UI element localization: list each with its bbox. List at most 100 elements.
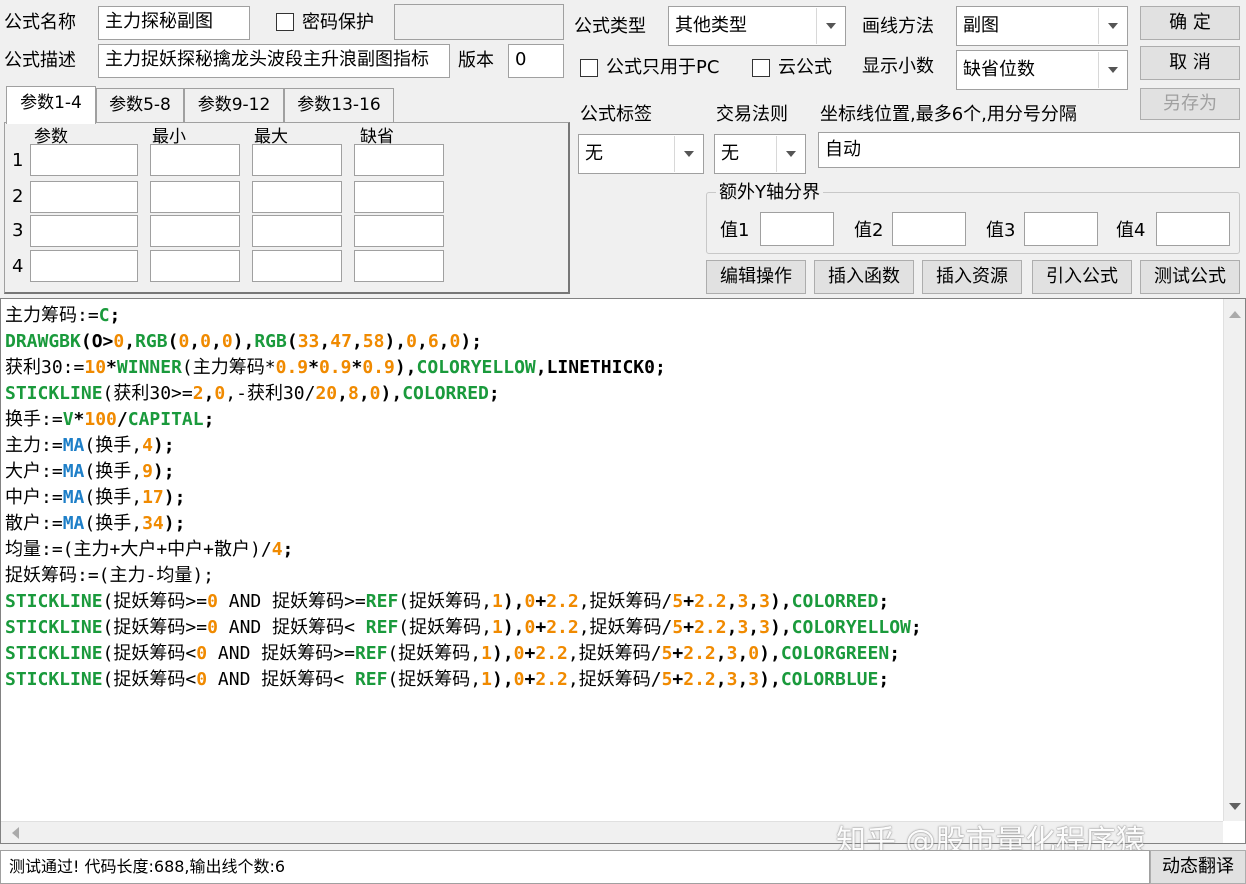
tab-params-5-8[interactable]: 参数5-8 xyxy=(96,88,184,122)
code-line: 大户:=MA(换手,9); xyxy=(5,459,922,485)
code-token: REF xyxy=(354,643,388,664)
code-token: 散户:= xyxy=(5,513,63,534)
code-token: ), xyxy=(769,617,792,638)
code-token: 8 xyxy=(347,383,359,404)
code-token: , xyxy=(438,331,450,352)
chevron-down-icon[interactable] xyxy=(674,136,702,172)
code-token: , xyxy=(726,591,738,612)
param-2-default-input[interactable] xyxy=(354,181,444,213)
param-4-name-input[interactable] xyxy=(30,250,138,282)
code-token: 2.2 xyxy=(694,591,727,612)
extra-yaxis-label: 额外Y轴分界 xyxy=(716,182,823,204)
cancel-button[interactable]: 取 消 xyxy=(1140,46,1240,80)
coord-lines-label: 坐标线位置,最多6个,用分号分隔 xyxy=(820,104,1077,125)
code-token: 0 xyxy=(196,643,208,664)
code-token: , xyxy=(715,643,727,664)
code-token: ,捉妖筹码/ xyxy=(578,617,673,638)
scroll-down-icon[interactable] xyxy=(1224,795,1246,817)
code-token: 1 xyxy=(491,591,503,612)
code-token: ), xyxy=(759,669,781,690)
trade-rule-select[interactable]: 无 xyxy=(714,134,806,174)
param-3-min-input[interactable] xyxy=(150,215,240,247)
decimals-select[interactable]: 缺省位数 xyxy=(956,50,1128,90)
code-token: 17 xyxy=(142,487,164,508)
chevron-down-icon[interactable] xyxy=(1098,8,1126,44)
param-3-max-input[interactable] xyxy=(252,215,342,247)
formula-tag-select[interactable]: 无 xyxy=(578,134,704,174)
code-token: ), xyxy=(491,643,514,664)
code-editor[interactable]: 主力筹码:=C; DRAWGBK(O>0,RGB(0,0,0),RGB(33,47… xyxy=(0,298,1246,844)
insert-resource-button[interactable]: 插入资源 xyxy=(922,260,1022,294)
tab-params-1-4[interactable]: 参数1-4 xyxy=(6,86,96,124)
code-token: 0 xyxy=(748,643,760,664)
code-token: ; xyxy=(878,591,890,612)
yaxis-value3-input[interactable] xyxy=(1024,212,1098,246)
param-4-default-input[interactable] xyxy=(354,250,444,282)
code-line: 主力:=MA(换手,4); xyxy=(5,433,922,459)
coord-lines-input[interactable]: 自动 xyxy=(818,132,1240,168)
code-token: 34 xyxy=(142,513,164,534)
code-token: REF xyxy=(365,591,399,612)
code-token: COLORRED xyxy=(791,591,879,612)
insert-function-button[interactable]: 插入函数 xyxy=(814,260,914,294)
password-input[interactable] xyxy=(394,4,564,40)
param-1-min-input[interactable] xyxy=(150,144,240,176)
scroll-up-icon[interactable] xyxy=(1224,303,1246,325)
code-token: 3 xyxy=(759,617,770,638)
code-token: COLORRED xyxy=(402,383,489,404)
code-token: 2.2 xyxy=(535,669,568,690)
param-1-default-input[interactable] xyxy=(354,144,444,176)
param-2-min-input[interactable] xyxy=(150,181,240,213)
chevron-down-icon[interactable] xyxy=(1098,52,1126,88)
param-3-name-input[interactable] xyxy=(30,215,138,247)
cloud-formula-checkbox[interactable] xyxy=(752,59,770,77)
chevron-down-icon[interactable] xyxy=(776,136,804,172)
code-token: MA xyxy=(62,461,85,482)
version-label: 版本 xyxy=(458,50,494,71)
vertical-scrollbar[interactable] xyxy=(1223,299,1245,821)
edit-operations-button[interactable]: 编辑操作 xyxy=(706,260,806,294)
param-1-name-input[interactable] xyxy=(30,144,138,176)
code-line: 均量:=(主力+大户+中户+散户)/4; xyxy=(5,537,922,563)
code-token: 5 xyxy=(672,617,684,638)
code-token: REF xyxy=(365,617,399,638)
param-2-max-input[interactable] xyxy=(252,181,342,213)
param-4-max-input[interactable] xyxy=(252,250,342,282)
tab-params-9-12[interactable]: 参数9-12 xyxy=(184,88,284,122)
code-token: 0 xyxy=(369,383,381,404)
version-input[interactable]: 0 xyxy=(508,44,564,78)
tab-params-13-16[interactable]: 参数13-16 xyxy=(284,88,394,122)
code-token: AND 捉妖筹码>= xyxy=(207,643,355,664)
import-formula-button[interactable]: 引入公式 xyxy=(1032,260,1132,294)
code-token: > xyxy=(102,331,114,352)
ok-button[interactable]: 确 定 xyxy=(1140,6,1240,40)
save-as-button[interactable]: 另存为 xyxy=(1140,88,1240,120)
formula-desc-input[interactable]: 主力捉妖探秘擒龙头波段主升浪副图指标 xyxy=(98,44,450,78)
code-token: + xyxy=(683,591,695,612)
code-token: C xyxy=(98,305,110,326)
formula-type-label: 公式类型 xyxy=(574,16,646,37)
password-protect-checkbox[interactable] xyxy=(276,13,294,31)
yaxis-value4-input[interactable] xyxy=(1156,212,1230,246)
param-3-default-input[interactable] xyxy=(354,215,444,247)
param-2-name-input[interactable] xyxy=(30,181,138,213)
chevron-down-icon[interactable] xyxy=(816,8,844,44)
param-row-number: 1 xyxy=(12,150,24,171)
param-4-min-input[interactable] xyxy=(150,250,240,282)
param-1-max-input[interactable] xyxy=(252,144,342,176)
scroll-left-icon[interactable] xyxy=(5,822,27,844)
yaxis-value2-input[interactable] xyxy=(892,212,966,246)
code-token: ); xyxy=(460,331,483,352)
formula-name-input[interactable]: 主力探秘副图 xyxy=(98,6,250,40)
pc-only-checkbox[interactable] xyxy=(580,59,598,77)
code-token: 2.2 xyxy=(683,669,716,690)
code-token: * xyxy=(73,409,85,430)
code-token: ,捉妖筹码/ xyxy=(567,643,662,664)
formula-type-select[interactable]: 其他类型 xyxy=(668,6,846,46)
code-token: * xyxy=(106,357,117,378)
draw-method-select[interactable]: 副图 xyxy=(956,6,1128,46)
dynamic-translate-button[interactable]: 动态翻译 xyxy=(1150,850,1246,884)
yaxis-value1-input[interactable] xyxy=(760,212,834,246)
code-token: 3 xyxy=(737,617,749,638)
test-formula-button[interactable]: 测试公式 xyxy=(1140,260,1240,294)
